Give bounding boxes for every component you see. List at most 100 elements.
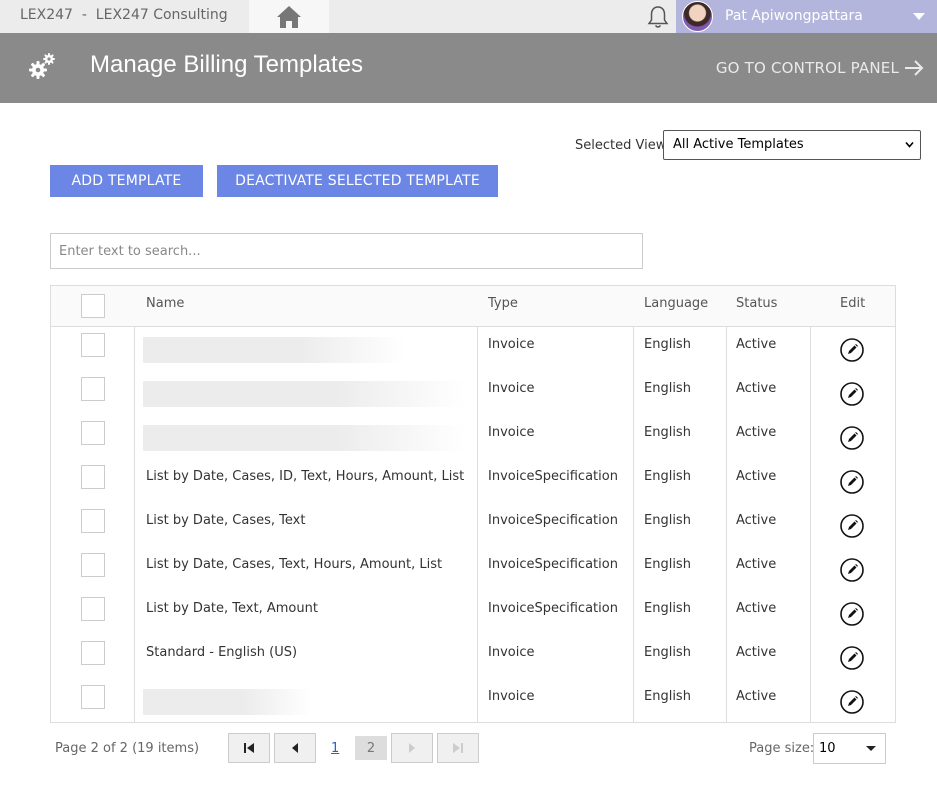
row-checkbox[interactable]: [81, 597, 105, 621]
template-status: Active: [736, 689, 777, 704]
select-all-checkbox[interactable]: [81, 294, 105, 318]
page-size-label: Page size:: [749, 741, 815, 756]
edit-icon[interactable]: [840, 470, 864, 494]
page-header: Manage Billing Templates GO TO CONTROL P…: [0, 33, 937, 103]
template-language: English: [644, 337, 691, 352]
table-row[interactable]: List by Date, Text, Amount InvoiceSpecifi…: [51, 591, 895, 635]
column-header-edit: Edit: [840, 296, 866, 311]
row-checkbox[interactable]: [81, 553, 105, 577]
last-page-button[interactable]: [437, 733, 479, 763]
page-size-dropdown[interactable]: 10: [813, 733, 886, 764]
current-page: 2: [355, 736, 387, 760]
template-status: Active: [736, 381, 777, 396]
template-name[interactable]: List by Date, Cases, Text, Hours, Amount…: [146, 557, 442, 572]
last-page-icon: [453, 743, 463, 753]
template-type: InvoiceSpecification: [488, 601, 618, 616]
table-row[interactable]: Invoice English Active: [51, 679, 895, 723]
template-language: English: [644, 381, 691, 396]
edit-icon[interactable]: [840, 338, 864, 362]
first-page-button[interactable]: [228, 733, 270, 763]
row-checkbox[interactable]: [81, 509, 105, 533]
redacted-template-name: [143, 337, 405, 363]
template-status: Active: [736, 337, 777, 352]
selected-view-dropdown[interactable]: All Active Templates: [663, 130, 921, 160]
page-1-link[interactable]: 1: [331, 741, 339, 756]
row-checkbox[interactable]: [81, 377, 105, 401]
table-row[interactable]: Invoice English Active: [51, 371, 895, 415]
template-type: Invoice: [488, 337, 535, 352]
search-input[interactable]: Enter text to search...: [50, 233, 643, 269]
table-header: Name Type Language Status Edit: [51, 286, 895, 327]
chevron-down-icon: [905, 141, 914, 148]
previous-page-icon: [292, 743, 298, 753]
page-title: Manage Billing Templates: [90, 51, 364, 78]
row-checkbox[interactable]: [81, 421, 105, 445]
top-bar: LEX247 - LEX247 Consulting Pat Apiwongpa…: [0, 0, 937, 33]
table-row[interactable]: Invoice English Active: [51, 415, 895, 459]
control-panel-label: GO TO CONTROL PANEL: [715, 59, 899, 77]
row-checkbox[interactable]: [81, 333, 105, 357]
template-name[interactable]: List by Date, Text, Amount: [146, 601, 318, 616]
template-language: English: [644, 469, 691, 484]
page-size-value: 10: [819, 741, 836, 756]
next-page-button[interactable]: [391, 733, 433, 763]
template-status: Active: [736, 425, 777, 440]
user-name: Pat Apiwongpattara: [725, 8, 863, 24]
edit-icon[interactable]: [840, 382, 864, 406]
template-language: English: [644, 425, 691, 440]
redacted-template-name: [143, 381, 465, 407]
table-row[interactable]: List by Date, Cases, Text InvoiceSpecific…: [51, 503, 895, 547]
column-header-name[interactable]: Name: [146, 296, 184, 311]
template-language: English: [644, 557, 691, 572]
template-status: Active: [736, 513, 777, 528]
template-language: English: [644, 601, 691, 616]
edit-icon[interactable]: [840, 514, 864, 538]
user-menu[interactable]: Pat Apiwongpattara: [676, 0, 937, 33]
redacted-template-name: [143, 425, 465, 451]
edit-icon[interactable]: [840, 602, 864, 626]
add-template-button[interactable]: ADD TEMPLATE: [50, 165, 203, 197]
edit-icon[interactable]: [840, 426, 864, 450]
previous-page-button[interactable]: [274, 733, 316, 763]
deactivate-selected-template-button[interactable]: DEACTIVATE SELECTED TEMPLATE: [217, 165, 498, 197]
chevron-down-icon: [913, 13, 925, 20]
row-checkbox[interactable]: [81, 465, 105, 489]
arrow-right-icon: [905, 60, 924, 76]
template-type: Invoice: [488, 381, 535, 396]
template-status: Active: [736, 645, 777, 660]
table-row[interactable]: Standard - English (US) Invoice English Act…: [51, 635, 895, 679]
template-name[interactable]: List by Date, Cases, ID, Text, Hours, Am…: [146, 469, 464, 484]
template-type: Invoice: [488, 425, 535, 440]
table-row[interactable]: List by Date, Cases, Text, Hours, Amount…: [51, 547, 895, 591]
template-name[interactable]: Standard - English (US): [146, 645, 297, 660]
edit-icon[interactable]: [840, 690, 864, 714]
avatar: [682, 1, 713, 32]
template-name[interactable]: List by Date, Cases, Text: [146, 513, 305, 528]
column-header-language[interactable]: Language: [644, 296, 708, 311]
selected-view-value: All Active Templates: [673, 137, 804, 152]
selected-view-label: Selected View:: [575, 138, 671, 153]
template-type: Invoice: [488, 689, 535, 704]
gears-icon: [29, 53, 55, 79]
template-type: InvoiceSpecification: [488, 557, 618, 572]
row-checkbox[interactable]: [81, 641, 105, 665]
column-header-status[interactable]: Status: [736, 296, 777, 311]
template-status: Active: [736, 557, 777, 572]
row-checkbox[interactable]: [81, 685, 105, 709]
templates-table: Name Type Language Status Edit Invoice En…: [50, 285, 896, 723]
home-button[interactable]: [249, 0, 329, 33]
tenant-name[interactable]: LEX247 - LEX247 Consulting: [20, 7, 228, 23]
bell-icon[interactable]: [645, 4, 671, 30]
template-type: Invoice: [488, 645, 535, 660]
next-page-icon: [409, 743, 415, 753]
go-to-control-panel-link[interactable]: GO TO CONTROL PANEL: [716, 58, 925, 78]
table-row[interactable]: List by Date, Cases, ID, Text, Hours, Am…: [51, 459, 895, 503]
home-icon: [277, 5, 301, 28]
edit-icon[interactable]: [840, 558, 864, 582]
edit-icon[interactable]: [840, 646, 864, 670]
template-status: Active: [736, 469, 777, 484]
column-header-type[interactable]: Type: [488, 296, 518, 311]
table-row[interactable]: Invoice English Active: [51, 327, 895, 371]
pager-info: Page 2 of 2 (19 items): [55, 741, 200, 756]
template-type: InvoiceSpecification: [488, 513, 618, 528]
